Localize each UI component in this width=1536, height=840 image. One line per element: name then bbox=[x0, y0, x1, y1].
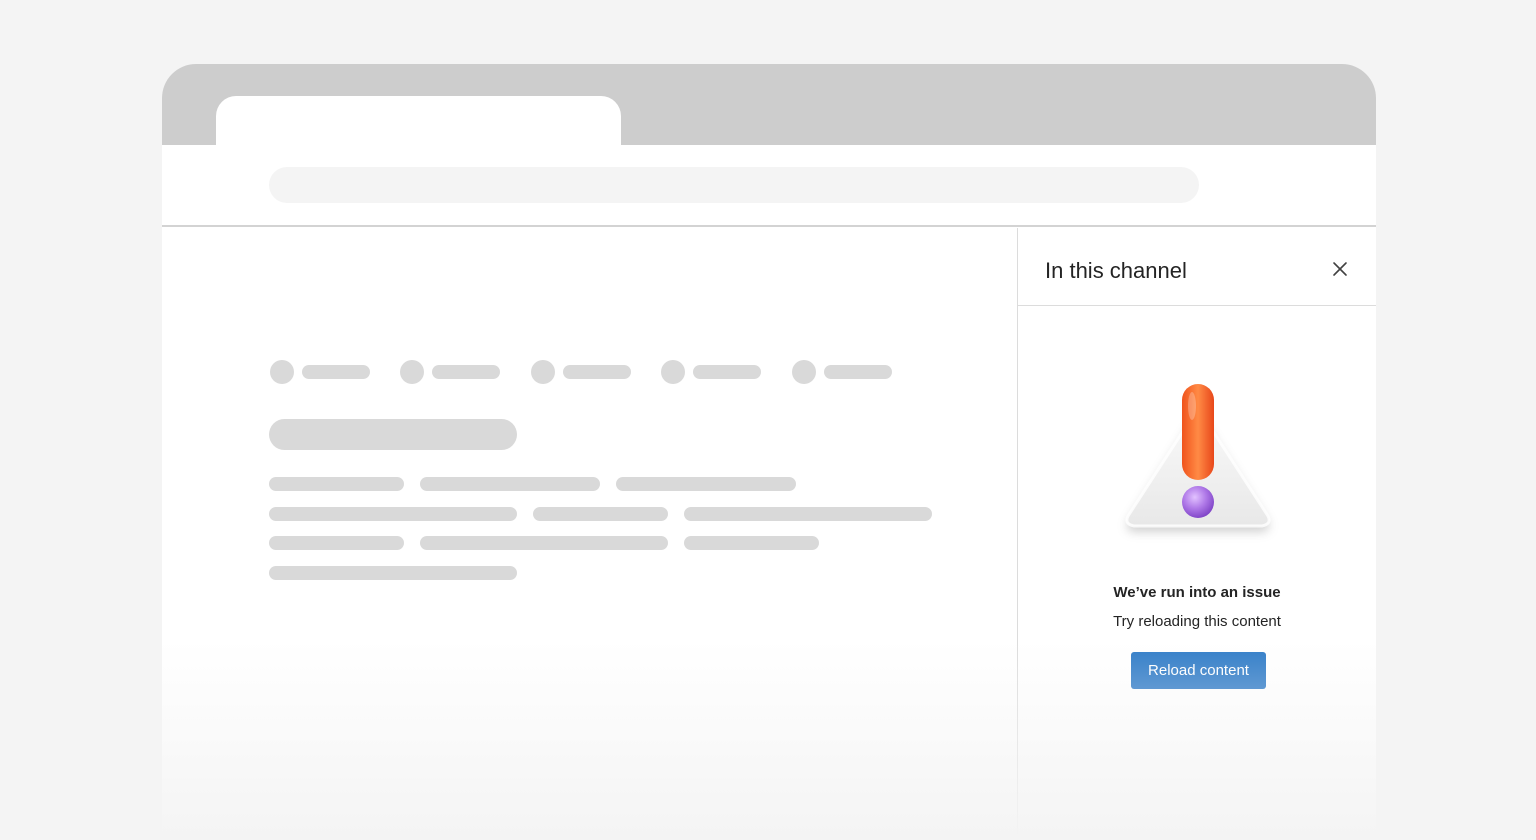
skeleton-nav-label bbox=[302, 365, 370, 379]
tab-strip bbox=[162, 64, 1376, 145]
skeleton-text-line bbox=[269, 477, 404, 491]
skeleton-nav-label bbox=[432, 365, 500, 379]
browser-window: In this channel We’ve run into an issue … bbox=[162, 64, 1376, 840]
skeleton-text-line bbox=[269, 566, 517, 580]
skeleton-text-line bbox=[420, 477, 600, 491]
skeleton-text-line bbox=[269, 536, 404, 550]
skeleton-text-line bbox=[684, 536, 819, 550]
skeleton-nav-dot bbox=[661, 360, 685, 384]
close-button[interactable] bbox=[1326, 255, 1354, 283]
skeleton-heading bbox=[269, 419, 517, 450]
skeleton-nav-dot bbox=[792, 360, 816, 384]
skeleton-nav-dot bbox=[270, 360, 294, 384]
channel-side-panel: In this channel We’ve run into an issue … bbox=[1017, 228, 1376, 840]
skeleton-text-line bbox=[616, 477, 796, 491]
skeleton-nav-label bbox=[693, 365, 761, 379]
skeleton-text-line bbox=[269, 507, 517, 521]
skeleton-nav-dot bbox=[400, 360, 424, 384]
panel-header: In this channel bbox=[1018, 228, 1376, 306]
reload-content-button[interactable]: Reload content bbox=[1131, 652, 1266, 689]
skeleton-text-line bbox=[684, 507, 932, 521]
page-content-skeleton bbox=[162, 228, 1017, 840]
close-icon bbox=[1333, 262, 1347, 276]
error-title: We’ve run into an issue bbox=[1113, 584, 1281, 601]
skeleton-text-line bbox=[533, 507, 668, 521]
warning-icon bbox=[1125, 384, 1271, 528]
warning-illustration bbox=[1110, 376, 1286, 552]
skeleton-nav-label bbox=[824, 365, 892, 379]
toolbar bbox=[162, 145, 1376, 227]
address-bar[interactable] bbox=[269, 167, 1199, 203]
panel-title: In this channel bbox=[1045, 258, 1187, 283]
skeleton-nav-dot bbox=[531, 360, 555, 384]
browser-tab[interactable] bbox=[216, 96, 621, 145]
error-subtitle: Try reloading this content bbox=[1113, 613, 1281, 630]
skeleton-text-line bbox=[420, 536, 668, 550]
skeleton-nav-label bbox=[563, 365, 631, 379]
